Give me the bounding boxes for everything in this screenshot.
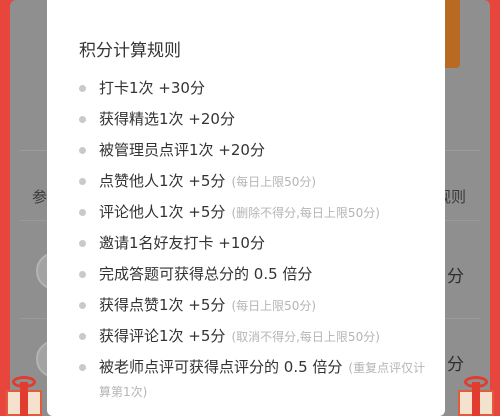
rule-text: 点赞他人1次 +5分	[99, 172, 226, 190]
rule-item: 完成答题可获得总分的 0.5 倍分	[77, 263, 435, 287]
rule-item: 被管理员点评1次 +20分	[77, 139, 435, 163]
rule-text: 被管理员点评1次 +20分	[99, 141, 265, 159]
bullet-icon	[79, 302, 86, 309]
rules-modal: 积分计算规则 打卡1次 +30分 获得精选1次 +20分 被管理员点评1次 +2…	[47, 0, 445, 416]
rules-list: 打卡1次 +30分 获得精选1次 +20分 被管理员点评1次 +20分 点赞他人…	[77, 77, 435, 411]
rule-text: 获得精选1次 +20分	[99, 110, 235, 128]
rule-text: 邀请1名好友打卡 +10分	[99, 234, 265, 252]
gift-icon	[0, 376, 48, 416]
rule-note: (每日上限50分)	[231, 175, 317, 189]
background-score: 分	[447, 355, 464, 375]
rule-note: (取消不得分,每日上限50分)	[231, 330, 380, 344]
gift-icon	[452, 376, 500, 416]
rule-item: 获得评论1次 +5分 (取消不得分,每日上限50分)	[77, 325, 435, 349]
bullet-icon	[79, 271, 86, 278]
rule-item: 被老师点评可获得点评分的 0.5 倍分 (重复点评仅计算第1次)	[77, 356, 435, 404]
rule-item: 评论他人1次 +5分 (删除不得分,每日上限50分)	[77, 201, 435, 225]
bullet-icon	[79, 333, 86, 340]
rule-item: 邀请1名好友打卡 +10分	[77, 232, 435, 256]
bullet-icon	[79, 178, 86, 185]
rule-item: 获得点赞1次 +5分 (每日上限50分)	[77, 294, 435, 318]
bullet-icon	[79, 364, 86, 371]
bullet-icon	[79, 240, 86, 247]
rule-item: 打卡1次 +30分	[77, 77, 435, 101]
rule-text: 获得评论1次 +5分	[99, 327, 226, 345]
rule-text: 完成答题可获得总分的 0.5 倍分	[99, 265, 313, 283]
bullet-icon	[79, 116, 86, 123]
bullet-icon	[79, 147, 86, 154]
rule-note: (每日上限50分)	[231, 299, 317, 313]
rule-note: (删除不得分,每日上限50分)	[231, 206, 380, 220]
rule-item: 点赞他人1次 +5分 (每日上限50分)	[77, 170, 435, 194]
background-score: 分	[447, 267, 464, 287]
bullet-icon	[79, 85, 86, 92]
background-left-label: 参	[32, 188, 48, 206]
rule-text: 获得点赞1次 +5分	[99, 296, 226, 314]
rule-item: 获得精选1次 +20分	[77, 108, 435, 132]
rule-text: 被老师点评可获得点评分的 0.5 倍分	[99, 358, 343, 376]
bullet-icon	[79, 209, 86, 216]
rule-text: 打卡1次 +30分	[99, 79, 205, 97]
rule-text: 评论他人1次 +5分	[99, 203, 226, 221]
modal-title: 积分计算规则	[79, 41, 181, 61]
